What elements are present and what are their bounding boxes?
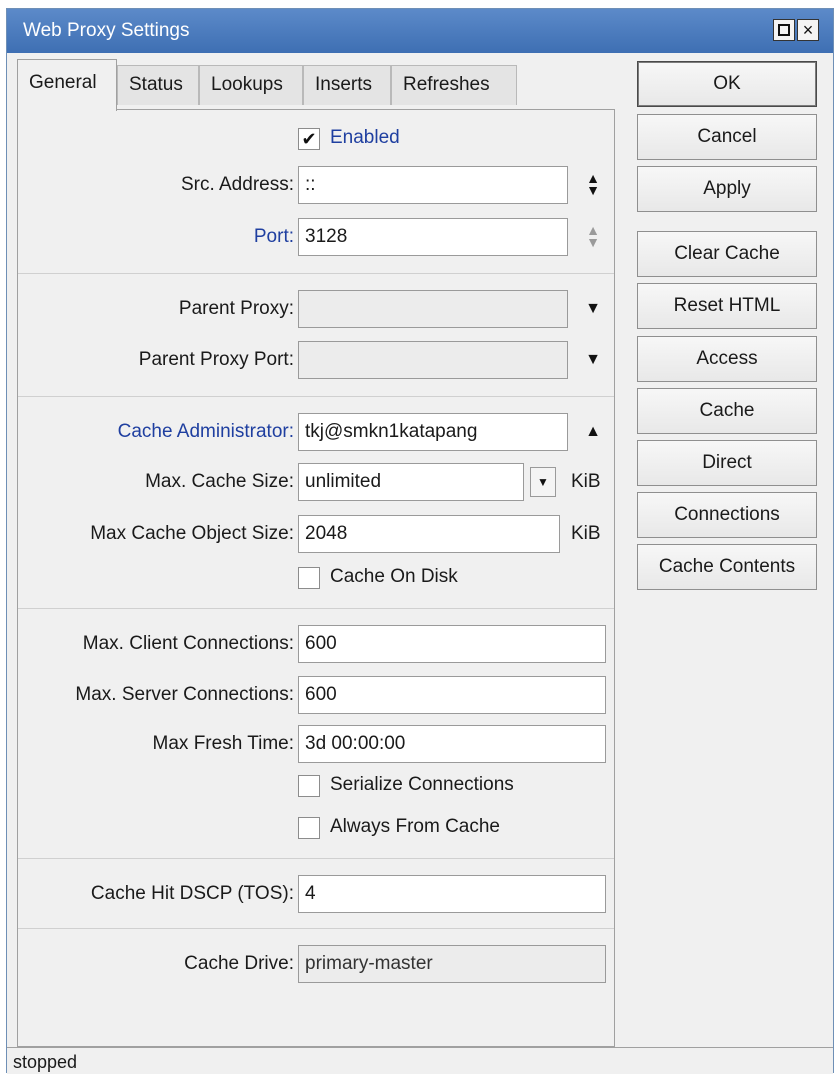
web-proxy-settings-window: Web Proxy Settings × General Status Look… [6, 8, 834, 1074]
max-client-connections-input[interactable]: 600 [298, 625, 606, 663]
ok-button[interactable]: OK [637, 61, 817, 107]
max-server-connections-input[interactable]: 600 [298, 676, 606, 714]
cache-hit-dscp-label: Cache Hit DSCP (TOS): [90, 883, 294, 904]
src-address-updown-button[interactable]: ▲ ▼ [583, 170, 603, 200]
cache-administrator-row: Cache Administrator: tkj@smkn1katapang ▲ [18, 413, 614, 453]
direct-button[interactable]: Direct [637, 440, 817, 486]
port-row: Port: 3128 ▲ ▼ [18, 218, 614, 258]
checkbox-box[interactable]: ✔ [298, 128, 320, 150]
tab-refreshes[interactable]: Refreshes [391, 65, 517, 105]
connections-button[interactable]: Connections [637, 492, 817, 538]
tab-label: Status [129, 74, 183, 95]
cache-drive-row: Cache Drive: primary-master [18, 945, 614, 985]
port-input[interactable]: 3128 [298, 218, 568, 256]
cache-drive-label: Cache Drive: [184, 953, 294, 974]
tab-status[interactable]: Status [117, 65, 199, 105]
max-client-connections-row: Max. Client Connections: 600 [18, 625, 614, 665]
status-bar: stopped [7, 1047, 833, 1074]
parent-proxy-port-dropdown-button[interactable]: ▼ [583, 345, 603, 375]
dropdown-box-icon: ▼ [537, 475, 549, 489]
parent-proxy-dropdown-button[interactable]: ▼ [583, 294, 603, 324]
cache-hit-dscp-input[interactable]: 4 [298, 875, 606, 913]
triangle-down-icon: ▼ [585, 300, 601, 317]
max-cache-size-unit: KiB [571, 471, 601, 492]
max-fresh-time-row: Max Fresh Time: 3d 00:00:00 [18, 725, 614, 765]
close-button[interactable]: × [797, 19, 819, 41]
parent-proxy-port-row: Parent Proxy Port: ▼ [18, 341, 614, 381]
max-fresh-time-label: Max Fresh Time: [152, 733, 294, 754]
port-label: Port: [253, 226, 294, 247]
tab-general[interactable]: General [17, 59, 117, 111]
checkbox-box[interactable] [298, 775, 320, 797]
updown-arrows-icon: ▲ ▼ [586, 170, 600, 198]
enabled-label: Enabled [330, 127, 400, 148]
section-divider [18, 396, 614, 397]
max-fresh-time-input[interactable]: 3d 00:00:00 [298, 725, 606, 763]
cache-drive-value: primary-master [298, 945, 606, 983]
section-divider [18, 273, 614, 274]
max-server-connections-label: Max. Server Connections: [75, 684, 294, 705]
title-bar[interactable]: Web Proxy Settings × [7, 9, 833, 53]
max-cache-object-size-unit: KiB [571, 523, 601, 544]
clear-cache-button[interactable]: Clear Cache [637, 231, 817, 277]
parent-proxy-port-input[interactable] [298, 341, 568, 379]
max-cache-size-label: Max. Cache Size: [145, 471, 294, 492]
status-text: stopped [13, 1052, 78, 1072]
cache-button[interactable]: Cache [637, 388, 817, 434]
checkmark-icon: ✔ [301, 129, 317, 149]
tab-label: Lookups [211, 74, 283, 95]
section-divider [18, 928, 614, 929]
checkbox-box[interactable] [298, 567, 320, 589]
cache-administrator-label: Cache Administrator: [117, 421, 294, 442]
tab-label: General [29, 72, 97, 93]
cache-hit-dscp-row: Cache Hit DSCP (TOS): 4 [18, 875, 614, 915]
max-cache-object-size-label: Max Cache Object Size: [90, 523, 294, 544]
triangle-up-icon: ▲ [585, 423, 601, 440]
always-from-cache-label: Always From Cache [330, 816, 500, 837]
max-cache-object-size-row: Max Cache Object Size: 2048 KiB [18, 515, 614, 555]
parent-proxy-input[interactable] [298, 290, 568, 328]
apply-button[interactable]: Apply [637, 166, 817, 212]
tab-inserts[interactable]: Inserts [303, 65, 391, 105]
max-cache-size-dropdown-button[interactable]: ▼ [530, 467, 556, 497]
cache-contents-button[interactable]: Cache Contents [637, 544, 817, 590]
reset-html-button[interactable]: Reset HTML [637, 283, 817, 329]
src-address-row: Src. Address: :: ▲ ▼ [18, 166, 614, 206]
max-cache-size-row: Max. Cache Size: unlimited ▼ KiB [18, 463, 614, 503]
checkbox-box[interactable] [298, 817, 320, 839]
max-client-connections-label: Max. Client Connections: [82, 633, 294, 654]
cancel-button[interactable]: Cancel [637, 114, 817, 160]
section-divider [18, 608, 614, 609]
tab-label: Refreshes [403, 74, 490, 95]
cache-administrator-input[interactable]: tkj@smkn1katapang [298, 413, 568, 451]
parent-proxy-label: Parent Proxy: [178, 298, 294, 319]
tab-lookups[interactable]: Lookups [199, 65, 303, 105]
window-title: Web Proxy Settings [23, 20, 190, 41]
close-icon: × [802, 20, 814, 40]
parent-proxy-port-label: Parent Proxy Port: [138, 349, 294, 370]
max-cache-size-input[interactable]: unlimited [298, 463, 524, 501]
parent-proxy-row: Parent Proxy: ▼ [18, 290, 614, 330]
cache-administrator-collapse-button[interactable]: ▲ [583, 417, 603, 447]
access-button[interactable]: Access [637, 336, 817, 382]
serialize-connections-label: Serialize Connections [330, 774, 514, 795]
tab-label: Inserts [315, 74, 373, 95]
updown-arrows-icon: ▲ ▼ [586, 222, 600, 250]
max-cache-object-size-input[interactable]: 2048 [298, 515, 560, 553]
general-panel: ✔ Enabled Src. Address: :: ▲ ▼ Port: 3128… [17, 109, 615, 1047]
restore-button[interactable] [773, 19, 795, 41]
restore-icon [778, 24, 790, 36]
max-server-connections-row: Max. Server Connections: 600 [18, 676, 614, 716]
cache-on-disk-label: Cache On Disk [330, 566, 458, 587]
port-updown-button[interactable]: ▲ ▼ [583, 222, 603, 252]
section-divider [18, 858, 614, 859]
src-address-label: Src. Address: [181, 174, 294, 195]
triangle-down-icon: ▼ [585, 351, 601, 368]
src-address-input[interactable]: :: [298, 166, 568, 204]
